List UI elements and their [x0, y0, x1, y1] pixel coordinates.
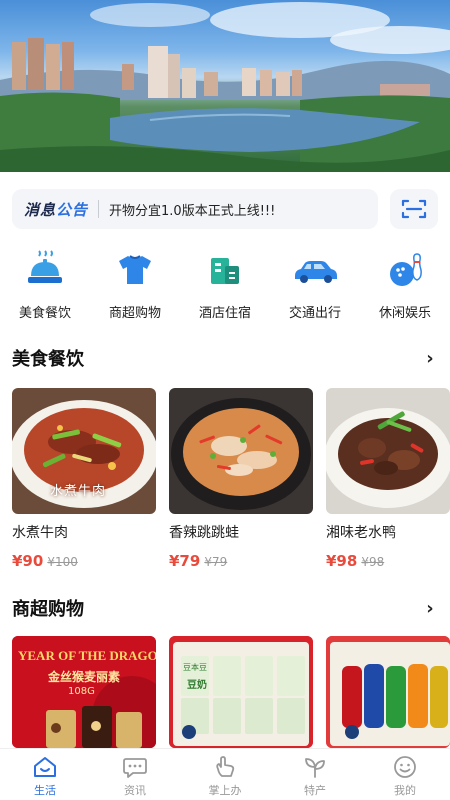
food-name: 水煮牛肉	[12, 525, 68, 541]
category-food[interactable]: 美食餐饮	[0, 248, 90, 328]
food-photo-caption: 水煮牛肉	[50, 484, 107, 499]
food-card[interactable]: 湘味老水鸭 ¥98 ¥98	[326, 388, 450, 570]
smile-icon	[394, 756, 416, 778]
tab-news[interactable]: 资讯	[90, 749, 180, 800]
shop-product-text: 豆奶	[187, 680, 207, 691]
tab-life[interactable]: 生活	[0, 749, 90, 800]
tab-handheld-service[interactable]: 掌上办	[180, 749, 270, 800]
shop-card[interactable]: 豆本豆 豆奶	[169, 636, 313, 748]
tab-label: 资讯	[124, 784, 146, 797]
tab-mine[interactable]: 我的	[360, 749, 450, 800]
notice-tag-part2: 公告	[56, 200, 89, 219]
food-cloche-icon	[21, 248, 69, 292]
scan-button[interactable]	[390, 189, 438, 229]
shop-card[interactable]: YEAR OF THE DRAGON 金丝猴麦丽素 108G	[12, 636, 156, 748]
scan-icon	[401, 199, 427, 219]
food-name: 香辣跳跳蛙	[169, 525, 239, 541]
car-icon	[291, 248, 339, 292]
section-title: 商超购物	[12, 599, 84, 620]
category-shopping[interactable]: 商超购物	[90, 248, 180, 328]
shop-banner-text: YEAR OF THE DRAGON	[18, 648, 156, 663]
hand-icon	[216, 756, 235, 777]
tab-label: 掌上办	[208, 784, 242, 797]
shop-section-header: 商超购物 ›	[12, 595, 438, 621]
home-icon	[34, 757, 56, 777]
category-label: 休闲娱乐	[378, 306, 431, 321]
food-name: 湘味老水鸭	[326, 525, 396, 541]
price-row: ¥98 ¥98	[326, 552, 450, 570]
notice-tag-part1: 消息	[24, 200, 57, 219]
tab-label: 特产	[304, 784, 326, 797]
category-label: 美食餐饮	[18, 306, 71, 321]
shop-label-text: 豆本豆	[183, 663, 207, 672]
shop-card[interactable]	[326, 636, 450, 748]
notice-tag: 消息公告	[24, 199, 88, 220]
food-photo	[169, 388, 313, 514]
category-label: 商超购物	[108, 306, 161, 321]
shop-product-text: 金丝猴麦丽素	[48, 670, 121, 684]
notice-bar[interactable]: 消息公告 开物分宜1.0版本正式上线!!!	[12, 189, 378, 229]
city-banner[interactable]	[0, 0, 450, 172]
food-photo	[326, 388, 450, 514]
original-price: ¥98	[361, 555, 385, 569]
food-card[interactable]: 香辣跳跳蛙 ¥79 ¥79	[169, 388, 313, 570]
notice-divider	[98, 200, 100, 218]
section-title: 美食餐饮	[12, 349, 84, 370]
food-photo: 水煮牛肉	[12, 388, 156, 514]
food-card[interactable]: 水煮牛肉 水煮牛肉 ¥90 ¥100	[12, 388, 156, 570]
notice-text[interactable]: 开物分宜1.0版本正式上线!!!	[109, 200, 275, 219]
tab-label: 我的	[394, 784, 416, 797]
current-price: ¥79	[169, 552, 201, 570]
category-grid: 美食餐饮 商超购物 酒店住宿 交通出行 休闲娱乐	[0, 248, 450, 328]
original-price: ¥100	[47, 555, 78, 569]
bowling-icon	[381, 248, 429, 292]
current-price: ¥90	[12, 552, 44, 570]
chevron-right-icon[interactable]: ›	[422, 598, 438, 619]
original-price: ¥79	[204, 555, 228, 569]
food-section-header: 美食餐饮 ›	[12, 345, 438, 371]
current-price: ¥98	[326, 552, 358, 570]
category-label: 交通出行	[288, 306, 341, 321]
category-label: 酒店住宿	[198, 306, 251, 321]
price-row: ¥90 ¥100	[12, 552, 156, 570]
shirt-icon	[111, 248, 159, 292]
shop-weight-text: 108G	[68, 686, 95, 697]
hotel-icon	[201, 248, 249, 292]
category-transport[interactable]: 交通出行	[270, 248, 360, 328]
tab-label: 生活	[34, 784, 56, 797]
chat-bubble-icon	[123, 758, 147, 778]
category-leisure[interactable]: 休闲娱乐	[360, 248, 450, 328]
chevron-right-icon[interactable]: ›	[422, 348, 438, 369]
tab-specialty[interactable]: 特产	[270, 749, 360, 800]
price-row: ¥79 ¥79	[169, 552, 313, 570]
sprout-icon	[305, 758, 325, 778]
bottom-tab-bar: 生活 资讯 掌上办 特产 我的	[0, 748, 450, 800]
category-hotel[interactable]: 酒店住宿	[180, 248, 270, 328]
